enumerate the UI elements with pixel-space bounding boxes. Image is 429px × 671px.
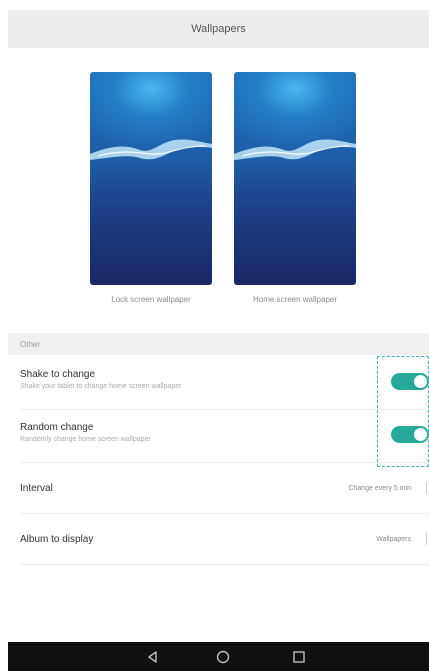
section-header: Other	[8, 333, 429, 355]
random-change-subtitle: Randomly change home screen wallpaper	[20, 436, 151, 443]
interval-row[interactable]: Interval Change every 5 min	[8, 463, 429, 513]
interval-value: Change every 5 min	[348, 484, 411, 492]
shake-to-change-title: Shake to change	[20, 369, 96, 380]
shake-to-change-row[interactable]: Shake to change Shake your tablet to cha…	[8, 357, 429, 409]
album-to-display-row[interactable]: Album to display Wallpapers	[8, 514, 429, 564]
home-screen-wallpaper-label: Home screen wallpaper	[252, 295, 338, 304]
recents-icon[interactable]	[291, 649, 307, 665]
album-to-display-title: Album to display	[20, 533, 94, 545]
title-bar: Wallpapers	[8, 10, 429, 48]
lock-screen-wallpaper-preview[interactable]	[90, 72, 212, 285]
page-title: Wallpapers	[191, 23, 246, 35]
back-icon[interactable]	[145, 649, 161, 665]
water-splash-graphic	[234, 139, 356, 160]
section-title: Other	[20, 339, 41, 349]
water-splash-graphic	[90, 139, 212, 160]
shake-to-change-subtitle: Shake your tablet to change home screen …	[20, 383, 182, 390]
toggles-highlight-box	[377, 356, 429, 467]
chevron-icon	[426, 533, 427, 545]
album-to-display-value: Wallpapers	[376, 535, 411, 543]
interval-title: Interval	[20, 482, 53, 494]
chevron-icon	[426, 482, 427, 494]
home-screen-wallpaper-preview[interactable]	[234, 72, 356, 285]
random-change-row[interactable]: Random change Randomly change home scree…	[8, 410, 429, 462]
random-change-title: Random change	[20, 422, 94, 433]
home-icon[interactable]	[215, 649, 231, 665]
navigation-bar	[8, 642, 429, 671]
lock-screen-wallpaper-label: Lock screen wallpaper	[111, 295, 191, 304]
divider	[20, 564, 429, 565]
wallpaper-previews: Lock screen wallpaper Home screen wallpa…	[0, 72, 429, 322]
